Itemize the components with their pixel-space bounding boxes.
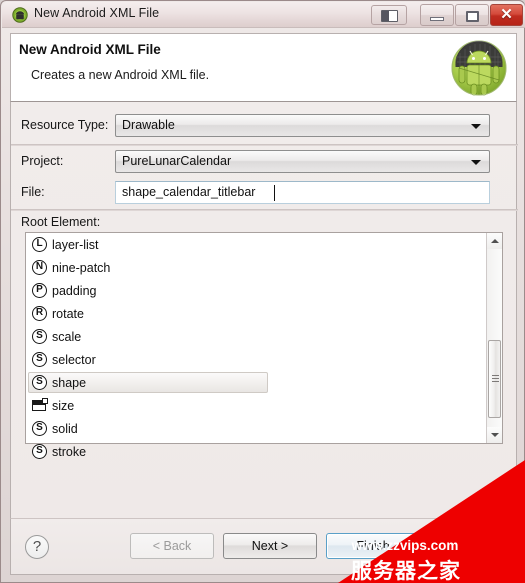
circle-letter-icon-glyph: N xyxy=(32,260,47,275)
back-button[interactable]: < Back xyxy=(130,533,214,559)
circle-letter-icon-glyph: S xyxy=(32,421,47,436)
circle-letter-icon: S xyxy=(31,374,48,391)
circle-letter-icon-glyph: R xyxy=(32,306,47,321)
back-button-label: < Back xyxy=(152,539,192,553)
list-item-label: shape xyxy=(52,375,87,390)
file-label: File: xyxy=(21,185,45,199)
chevron-down-icon xyxy=(491,433,499,437)
scroll-down-button[interactable] xyxy=(487,427,502,443)
minimize-icon xyxy=(430,17,444,21)
circle-letter-icon: N xyxy=(31,259,48,276)
resource-type-combo[interactable]: Drawable xyxy=(115,114,490,137)
list-item-label: scale xyxy=(52,329,82,344)
file-input[interactable]: shape_calendar_titlebar xyxy=(115,181,490,204)
divider xyxy=(11,144,518,146)
panel-glyph-icon xyxy=(31,397,48,414)
circle-letter-icon: S xyxy=(31,328,48,345)
list-scrollbar[interactable] xyxy=(486,233,502,443)
dialog-window: New Android XML File ✕ New Android XML F… xyxy=(0,0,525,583)
finish-button-label: Finish xyxy=(356,539,390,553)
list-item[interactable]: Sstroke xyxy=(26,440,502,463)
list-item-label: size xyxy=(52,398,75,413)
project-value: PureLunarCalendar xyxy=(122,154,232,168)
circle-letter-icon-glyph: S xyxy=(32,375,47,390)
close-icon: ✕ xyxy=(500,6,513,23)
list-item[interactable]: Sscale xyxy=(26,325,502,348)
next-button-label: Next > xyxy=(251,539,289,553)
wizard-body: Resource Type: Drawable Project: PureLun… xyxy=(10,102,518,518)
help-button[interactable]: ? xyxy=(25,535,49,559)
panel-glyph-icon-shape xyxy=(32,398,48,411)
circle-letter-icon: L xyxy=(31,236,48,253)
scroll-up-button[interactable] xyxy=(487,233,502,249)
maximize-icon xyxy=(466,11,479,22)
chevron-down-icon xyxy=(471,160,481,165)
chevron-down-icon xyxy=(471,124,481,129)
page-subtitle: Creates a new Android XML file. xyxy=(31,68,210,82)
android-robot-icon xyxy=(451,40,507,96)
close-button[interactable]: ✕ xyxy=(490,4,523,26)
maximize-button[interactable] xyxy=(455,4,489,26)
window-title: New Android XML File xyxy=(34,6,160,20)
root-element-label: Root Element: xyxy=(21,215,101,229)
project-combo[interactable]: PureLunarCalendar xyxy=(115,150,490,173)
wizard-footer: ? < Back Next > Finish xyxy=(10,518,517,575)
root-element-list[interactable]: Llayer-list Nnine-patch Ppadding Rrotate Ssc… xyxy=(25,232,503,459)
list-item-label: layer-list xyxy=(52,237,99,252)
resource-type-label: Resource Type: xyxy=(21,118,109,132)
list-item[interactable]: Sshape xyxy=(26,371,502,394)
circle-letter-icon-glyph: S xyxy=(32,352,47,367)
window-controls: ✕ xyxy=(420,4,523,26)
panel-toggle-button[interactable] xyxy=(371,5,407,25)
finish-button[interactable]: Finish xyxy=(326,533,420,559)
list-item-label: padding xyxy=(52,283,97,298)
list-item[interactable]: Ppadding xyxy=(26,279,502,302)
chevron-up-icon xyxy=(491,239,499,243)
list-item[interactable]: size xyxy=(26,394,502,417)
circle-letter-icon-glyph: P xyxy=(32,283,47,298)
circle-letter-icon-glyph: S xyxy=(32,329,47,344)
circle-letter-icon: S xyxy=(31,351,48,368)
list-item[interactable]: Nnine-patch xyxy=(26,256,502,279)
next-button[interactable]: Next > xyxy=(223,533,317,559)
list-item[interactable]: Ssolid xyxy=(26,417,502,440)
list-item[interactable]: Llayer-list xyxy=(26,233,502,256)
title-bar: New Android XML File ✕ xyxy=(2,2,525,28)
panel-toggle-icon xyxy=(381,10,398,22)
screenshot-root: New Android XML File ✕ New Android XML F… xyxy=(0,0,525,583)
root-element-list-items: Llayer-list Nnine-patch Ppadding Rrotate Ssc… xyxy=(26,233,502,463)
circle-letter-icon: P xyxy=(31,282,48,299)
list-item-label: selector xyxy=(52,352,96,367)
minimize-button[interactable] xyxy=(420,4,454,26)
text-caret xyxy=(274,185,275,201)
circle-letter-icon-glyph: S xyxy=(32,444,47,459)
list-item-label: solid xyxy=(52,421,78,436)
page-title: New Android XML File xyxy=(19,42,161,57)
wizard-header: New Android XML File Creates a new Andro… xyxy=(10,33,517,102)
list-item[interactable]: Sselector xyxy=(26,348,502,371)
list-item[interactable]: Rrotate xyxy=(26,302,502,325)
file-input-value: shape_calendar_titlebar xyxy=(122,185,256,199)
list-item-label: nine-patch xyxy=(52,260,111,275)
android-small-icon xyxy=(12,7,28,23)
project-label: Project: xyxy=(21,154,64,168)
circle-letter-icon: R xyxy=(31,305,48,322)
scrollbar-thumb[interactable] xyxy=(488,340,501,418)
circle-letter-icon: S xyxy=(31,443,48,460)
scrollbar-grip-icon xyxy=(492,375,499,382)
circle-letter-icon-glyph: L xyxy=(32,237,47,252)
resource-type-value: Drawable xyxy=(122,118,175,132)
circle-letter-icon: S xyxy=(31,420,48,437)
list-item-label: rotate xyxy=(52,306,84,321)
list-item-label: stroke xyxy=(52,444,87,459)
divider xyxy=(11,209,518,211)
